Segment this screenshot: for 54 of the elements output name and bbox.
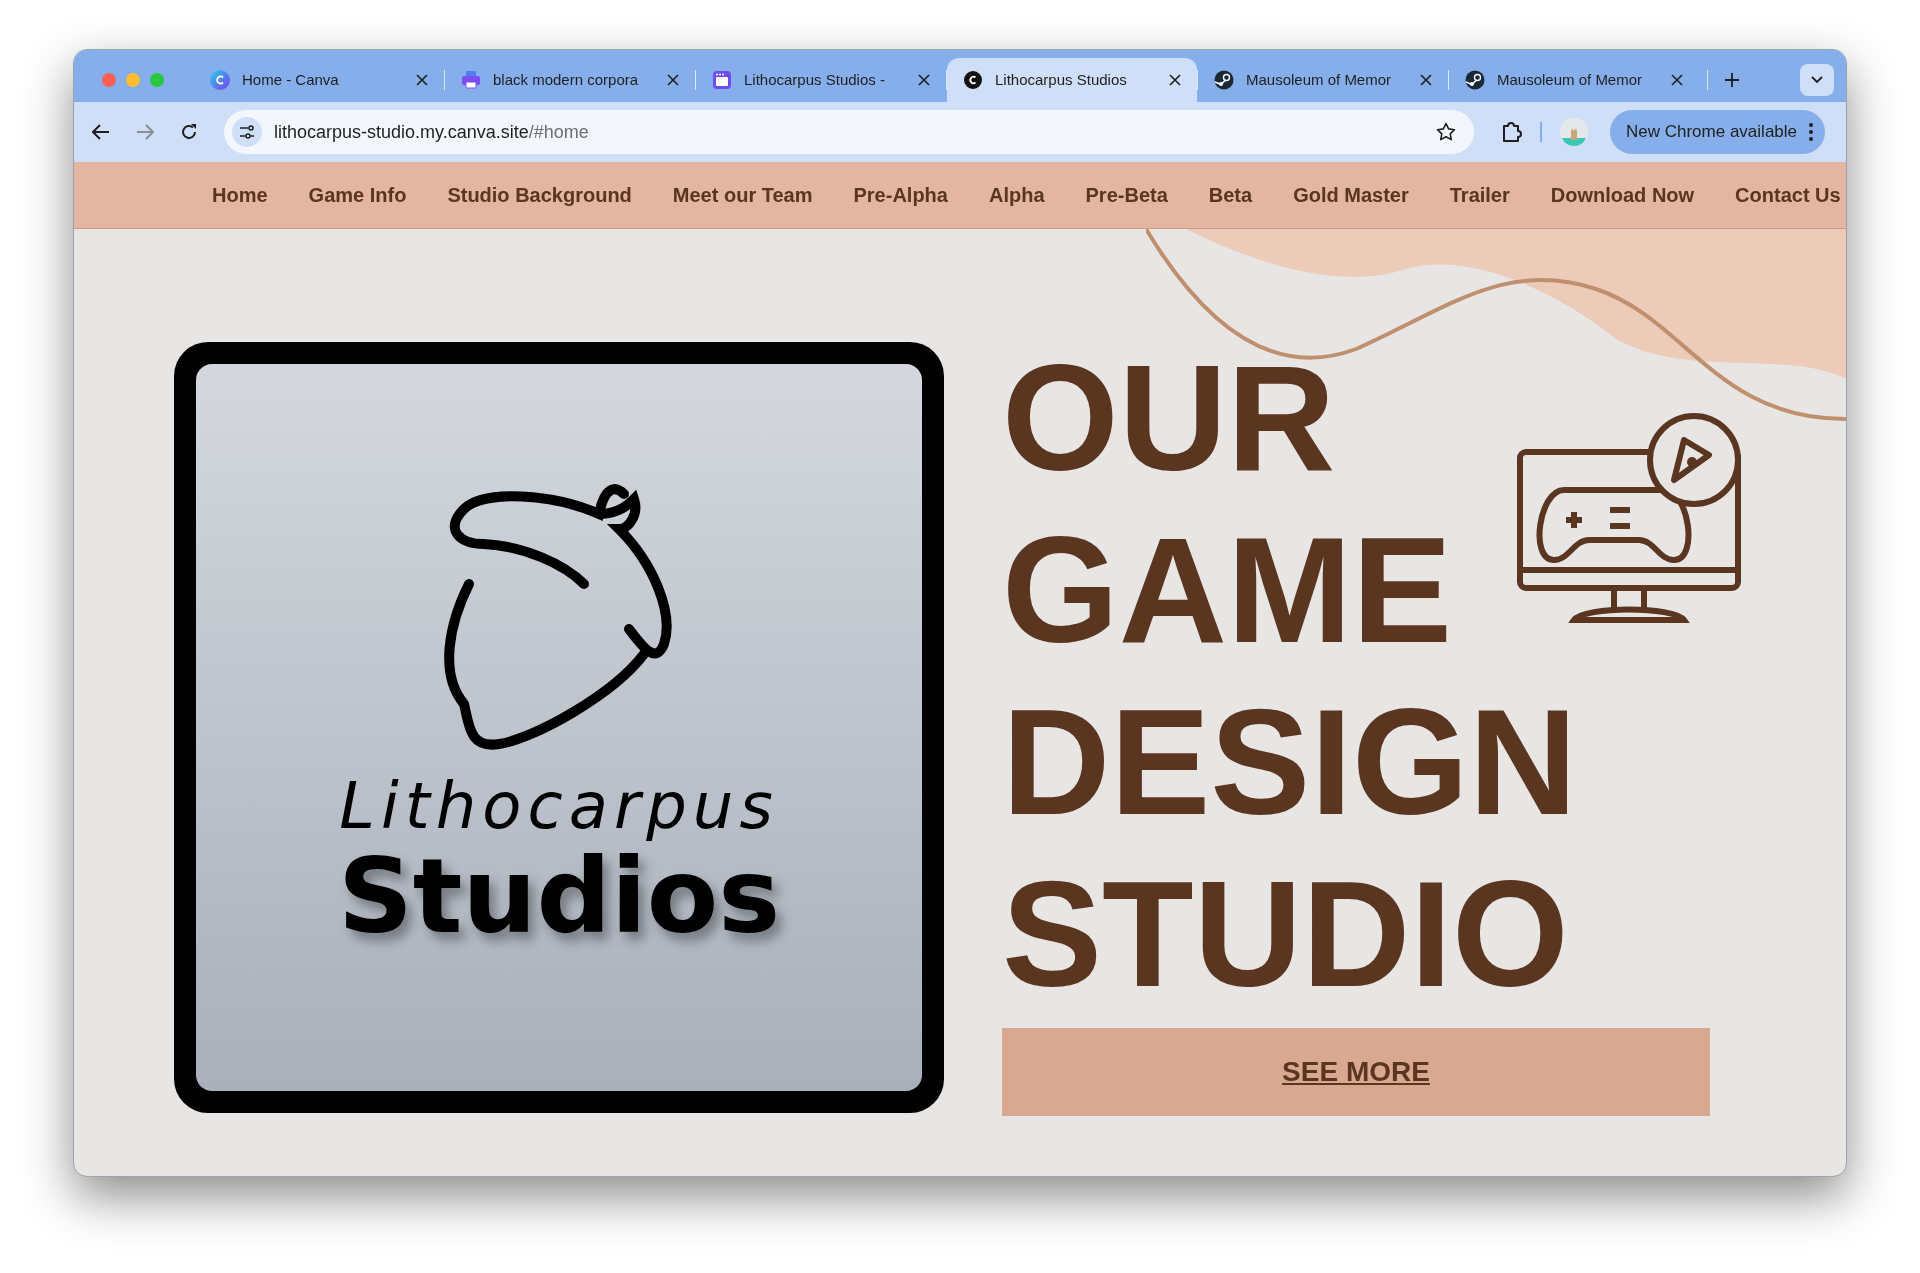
reload-icon[interactable]	[180, 123, 198, 141]
headline-text: DESIGN	[1002, 677, 1579, 848]
nav-link[interactable]: Trailer	[1449, 180, 1510, 210]
nav-link[interactable]: Meet our Team	[672, 180, 813, 210]
close-icon[interactable]	[416, 74, 428, 86]
address-bar[interactable]: lithocarpus-studio.my.canva.site/#home	[224, 110, 1474, 154]
back-icon[interactable]	[92, 123, 110, 141]
new-tab-icon[interactable]	[1724, 72, 1740, 88]
tab-search-button[interactable]	[1800, 64, 1834, 96]
bookmark-star-icon[interactable]	[1436, 122, 1456, 142]
extensions-icon[interactable]	[1500, 121, 1522, 143]
nav-link[interactable]: Studio Background	[447, 180, 632, 210]
printer-icon	[461, 70, 481, 90]
url-text: lithocarpus-studio.my.canva.site/#home	[274, 120, 589, 144]
tab-title: Lithocarpus Studios	[995, 69, 1128, 90]
nav-link[interactable]: Pre-Beta	[1085, 180, 1168, 210]
nav-link[interactable]: Home	[212, 180, 268, 210]
browser-tab[interactable]: Home - Canva	[194, 58, 444, 102]
nav-link[interactable]: Game Info	[308, 180, 407, 210]
update-button[interactable]: New Chrome available	[1610, 110, 1826, 154]
canva-icon	[210, 70, 230, 90]
close-icon[interactable]	[1671, 74, 1683, 86]
logo-wordmark: Studios	[337, 844, 781, 948]
site-settings-icon[interactable]	[232, 117, 262, 147]
tab-title: black modern corpora	[493, 69, 640, 90]
tab-title: Mausoleum of Memor	[1246, 69, 1393, 90]
tab-title: Lithocarpus Studios -	[744, 69, 886, 90]
browser-tab[interactable]: Mausoleum of Memor	[1449, 58, 1699, 102]
steam-icon	[1465, 70, 1485, 90]
browser-tab[interactable]: black modern corpora	[445, 58, 695, 102]
nav-link[interactable]: Contact Us	[1735, 180, 1841, 210]
chevron-down-icon	[1811, 76, 1823, 84]
tab-title: Mausoleum of Memor	[1497, 69, 1644, 90]
headline-text: STUDIO	[1002, 849, 1570, 1020]
browser-tab[interactable]: Lithocarpus Studios	[947, 58, 1197, 102]
close-icon[interactable]	[1169, 74, 1181, 86]
close-icon[interactable]	[667, 74, 679, 86]
more-icon	[1809, 123, 1814, 141]
c-logo-icon	[963, 70, 983, 90]
browser-tab[interactable]: Mausoleum of Memor	[1198, 58, 1448, 102]
nav-link[interactable]: Pre-Alpha	[853, 180, 948, 210]
nav-link[interactable]: Alpha	[988, 180, 1045, 210]
browser-tab[interactable]: Lithocarpus Studios -	[696, 58, 946, 102]
close-icon[interactable]	[918, 74, 930, 86]
nav-link[interactable]: Beta	[1208, 180, 1253, 210]
headline-text: OUR	[1002, 333, 1337, 504]
nav-link[interactable]: Download Now	[1550, 180, 1695, 210]
steam-icon	[1214, 70, 1234, 90]
window-icon	[712, 70, 732, 90]
tab-title: Home - Canva	[242, 69, 340, 90]
close-icon[interactable]	[1420, 74, 1432, 86]
nav-link[interactable]: Gold Master	[1293, 180, 1409, 210]
see-more-button[interactable]: SEE MORE	[1002, 1028, 1710, 1116]
headline-text: GAME	[1002, 505, 1453, 676]
